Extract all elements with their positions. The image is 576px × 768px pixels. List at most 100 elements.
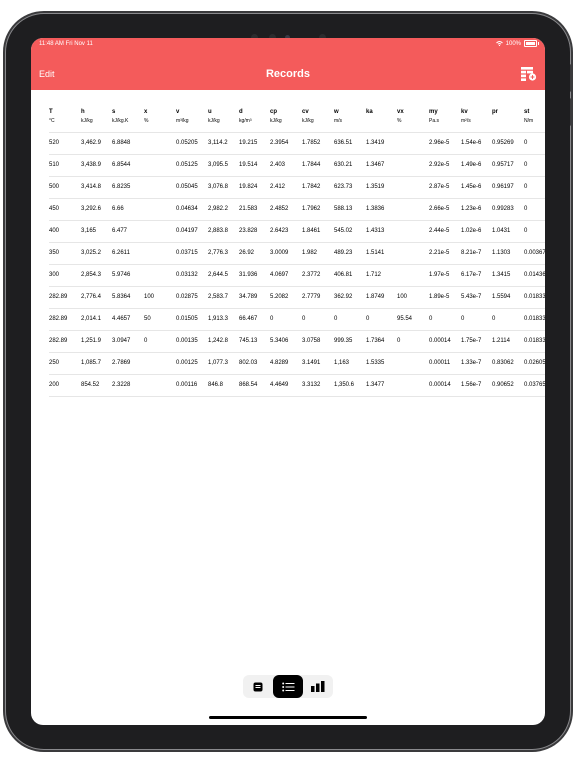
table-cell: 26.92: [239, 250, 255, 256]
table-row[interactable]: 500 3,414.8 6.8235 0.05045 3,076.8 19.824 2.41…: [49, 176, 545, 198]
table-row[interactable]: 300 2,854.3 5.9746 0.03132 2,644.5 31.936 4.06…: [49, 264, 545, 286]
table-cell: 34.789: [239, 294, 258, 300]
column-unit: kJ/kg: [270, 118, 282, 124]
column-header: ka: [366, 107, 400, 117]
table-cell: 5.43e-7: [461, 294, 482, 300]
table-row[interactable]: 250 1,085.7 2.7869 0.00125 1,077.3 802.03 4.82…: [49, 352, 545, 374]
table-cell: 1.8461: [302, 228, 321, 234]
table-cell: 745.13: [239, 338, 258, 344]
table-cell: 2.4852: [270, 206, 289, 212]
battery-icon: [524, 40, 539, 47]
table-cell: 1.5141: [366, 250, 385, 256]
table-cell: 100: [144, 294, 155, 300]
table-row[interactable]: 510 3,438.9 6.8544 0.05125 3,095.5 19.514 2.40…: [49, 154, 545, 176]
table-cell: 3,025.2: [81, 250, 102, 256]
column-name: h: [81, 109, 85, 115]
table-cell: 2,776.3: [208, 250, 229, 256]
table-body: 520 3,462.9 6.8848 0.05205 3,114.2 19.215 2.39…: [49, 132, 545, 397]
table-cell: 1,085.7: [81, 360, 102, 366]
table-row[interactable]: 450 3,292.6 6.66 0.04634 2,982.2 21.583 2.4852…: [49, 198, 545, 220]
chart-view-button[interactable]: [303, 675, 333, 698]
table-cell: 19.824: [239, 184, 258, 190]
table-cell: 0: [397, 338, 401, 344]
table-cell: 1,242.8: [208, 338, 229, 344]
column-header: my Pa.s: [429, 107, 463, 125]
column-name: x: [144, 109, 148, 115]
table-cell: 2,854.3: [81, 272, 102, 278]
table-row[interactable]: 282.89 2,776.4 5.8364 100 0.02875 2,583.7 34.7…: [49, 286, 545, 308]
column-unit: Pa.s: [429, 118, 440, 124]
table-cell: 1,251.9: [81, 338, 102, 344]
table-cell: 362.92: [334, 294, 353, 300]
column-unit: kJ/kg.K: [112, 118, 129, 124]
table-cell: 300: [49, 272, 60, 278]
table-cell: 3.0947: [112, 338, 131, 344]
table-cell: 1.49e-6: [461, 162, 482, 168]
table-row[interactable]: 400 3,165 6.477 0.04197 2,883.8 23.828 2.6423 1…: [49, 220, 545, 242]
table-add-icon[interactable]: [521, 67, 537, 81]
table-cell: 1.8749: [366, 294, 385, 300]
table-cell: 3,114.2: [208, 140, 228, 146]
table-cell: 0.05205: [176, 140, 198, 146]
table-cell: 0: [144, 338, 148, 344]
column-name: s: [112, 109, 116, 115]
list-icon: [281, 682, 294, 691]
table-cell: 1.23e-6: [461, 206, 482, 212]
table-cell: 0.01505: [176, 316, 198, 322]
column-header: T °C: [49, 107, 83, 125]
table-cell: 0.03715: [176, 250, 198, 256]
table-cell: 520: [49, 140, 60, 146]
column-header: h kJ/kg: [81, 107, 115, 125]
status-time: 11:48 AM Fri Nov 11: [39, 41, 93, 47]
nav-header: 11:48 AM Fri Nov 11 100% Edit Records: [31, 38, 545, 90]
table-cell: 3,462.9: [81, 140, 102, 146]
table-cell: 0.00014: [429, 338, 451, 344]
table-cell: 4.0697: [270, 272, 289, 278]
column-header: d kg/m³: [239, 107, 273, 125]
table-cell: 2.96e-5: [429, 140, 450, 146]
table-cell: 6.2611: [112, 250, 130, 256]
table-cell: 2.3228: [112, 382, 131, 388]
table-cell: 6.8848: [112, 140, 131, 146]
table-cell: 2.21e-5: [429, 250, 450, 256]
table-row[interactable]: 282.89 2,014.1 4.4657 50 0.01505 1,913.3 66.46…: [49, 308, 545, 330]
table-row[interactable]: 282.89 1,251.9 3.0947 0 0.00135 1,242.8 745.13…: [49, 330, 545, 352]
table-cell: 0: [334, 316, 338, 322]
list-view-button[interactable]: [273, 675, 303, 698]
page-title: Records: [265, 68, 311, 80]
table-row[interactable]: 520 3,462.9 6.8848 0.05205 3,114.2 19.215 2.39…: [49, 132, 545, 154]
column-name: vx: [397, 109, 404, 115]
table-cell: 1.4313: [366, 228, 385, 234]
table-cell: 0.00014: [429, 382, 451, 388]
table-cell: 802.03: [239, 360, 258, 366]
table-cell: 4.8289: [270, 360, 289, 366]
column-unit: kJ/kg: [208, 118, 220, 124]
table-cell: 1.45e-6: [461, 184, 482, 190]
table-cell: 0.83062: [492, 360, 514, 366]
table-cell: 1.0431: [492, 228, 511, 234]
table-cell: 1.3419: [366, 140, 385, 146]
table-cell: 0.00125: [176, 360, 198, 366]
table-cell: 1.3415: [492, 272, 511, 278]
table-cell: 50: [144, 316, 151, 322]
column-name: u: [208, 109, 212, 115]
table-cell: 2,583.7: [208, 294, 229, 300]
table-cell: 6.8235: [112, 184, 131, 190]
table-cell: 1.5335: [366, 360, 385, 366]
table-cell: 1.7844: [302, 162, 321, 168]
column-unit: kJ/kg: [81, 118, 93, 124]
column-unit: kg/m³: [239, 118, 252, 124]
table-row[interactable]: 200 854.52 2.3228 0.00116 846.8 868.54 4.4649 3…: [49, 374, 545, 396]
single-record-view-button[interactable]: [243, 675, 273, 698]
table-cell: 1.1303: [492, 250, 511, 256]
table-cell: 1.3519: [366, 184, 385, 190]
column-name: v: [176, 109, 180, 115]
table-cell: 0.95717: [492, 162, 514, 168]
table-cell: 0.00367: [524, 250, 545, 256]
app-screen: 11:48 AM Fri Nov 11 100% Edit Records T °…: [31, 38, 545, 725]
table-row[interactable]: 350 3,025.2 6.2611 0.03715 2,776.3 26.92 3.000…: [49, 242, 545, 264]
column-header: cv kJ/kg: [302, 107, 336, 125]
table-cell: 588.13: [334, 206, 353, 212]
table-cell: 1.2114: [492, 338, 510, 344]
table-cell: 3,292.6: [81, 206, 102, 212]
